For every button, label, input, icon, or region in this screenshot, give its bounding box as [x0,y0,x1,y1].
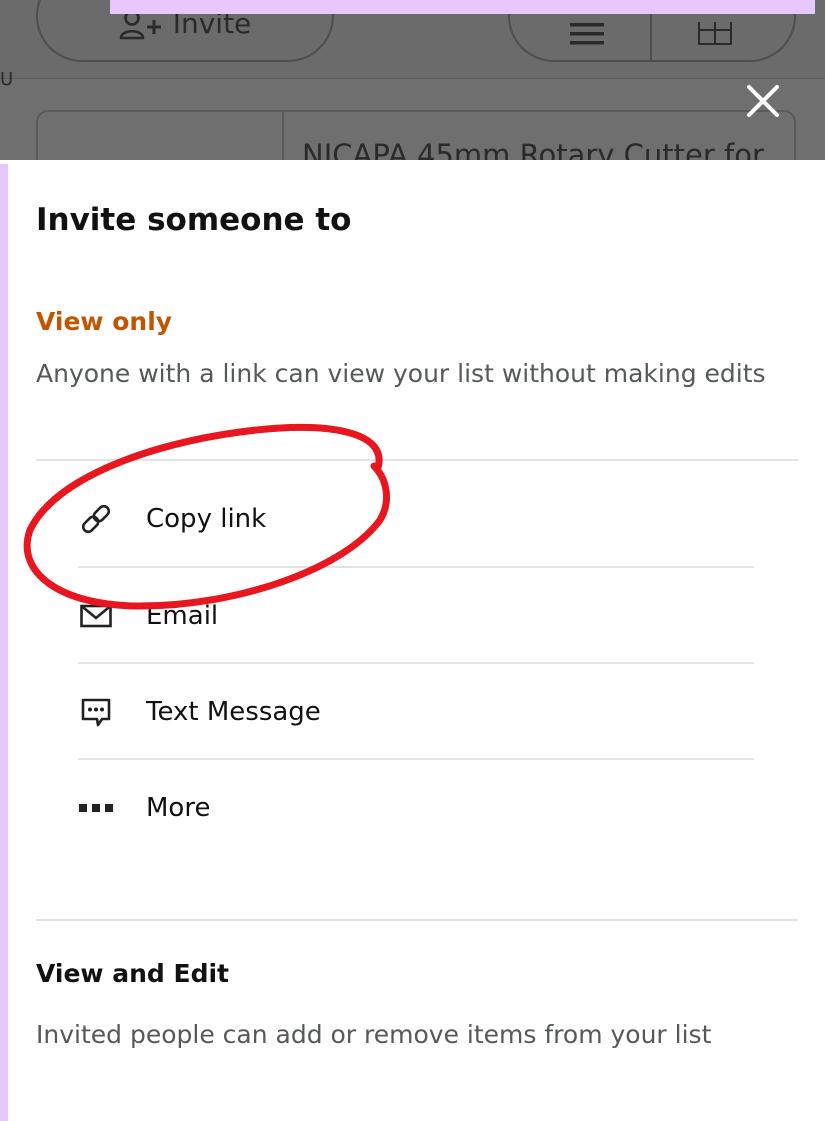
invite-sheet: Invite someone to View only Anyone with … [0,160,825,1121]
close-icon [747,85,779,117]
view-edit-heading: View and Edit [36,959,229,988]
card-divider [282,112,284,160]
background-stray-text: U [0,69,14,90]
view-only-description: Anyone with a link can view your list wi… [36,359,766,388]
email-option[interactable]: Email [78,568,754,664]
sheet-title: Invite someone to [36,202,352,238]
view-only-heading: View only [36,307,173,336]
more-label: More [146,793,211,823]
close-button[interactable] [740,78,786,124]
list-view-icon [570,23,604,45]
email-label: Email [146,601,219,631]
copy-link-option[interactable]: Copy link [78,471,754,567]
copy-link-label: Copy link [146,504,267,534]
section-divider [36,919,798,921]
more-dots-icon [78,790,114,826]
background-app: Invite U NICAPA 45mm Rotary Cutter for [0,0,825,160]
chat-bubble-icon [78,694,114,730]
add-person-icon [119,10,161,40]
frame-strip-left [0,164,8,1121]
view-edit-description: Invited people can add or remove items f… [36,1020,712,1049]
frame-strip-top [110,0,815,14]
envelope-icon [78,598,114,634]
text-message-label: Text Message [146,697,321,727]
text-message-option[interactable]: Text Message [78,664,754,760]
background-product-title: NICAPA 45mm Rotary Cutter for [302,138,764,160]
link-icon [78,501,114,537]
grid-view-icon [698,22,732,45]
section-divider [36,459,798,461]
more-option[interactable]: More [78,760,754,856]
